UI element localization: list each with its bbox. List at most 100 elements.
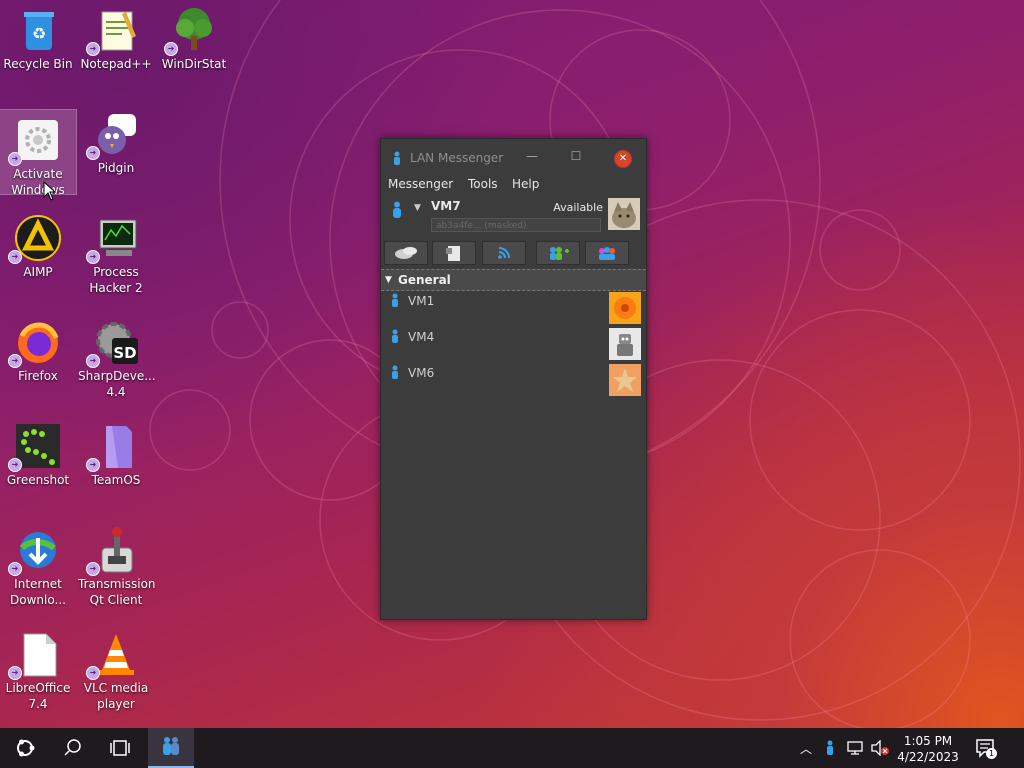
contact-name: VM1: [408, 294, 435, 308]
mouse-cursor-icon: [43, 181, 57, 201]
chat-icon: [395, 247, 417, 259]
ubuntu-logo-icon: [17, 739, 35, 757]
vlc-cone-icon: ➜: [86, 630, 140, 680]
network-icon[interactable]: [846, 740, 864, 756]
robot-avatar: [609, 328, 641, 360]
group-general[interactable]: ▼ General: [381, 269, 646, 291]
close-button[interactable]: ✕: [614, 150, 632, 168]
clock-time: 1:05 PM: [903, 734, 953, 748]
add-contact-icon: [550, 247, 569, 260]
lan-messenger-app-icon: [394, 151, 400, 165]
show-hidden-icons-chevron-icon[interactable]: ︿: [800, 740, 812, 757]
desktop-icon-greenshot[interactable]: ➜ Greenshot: [0, 416, 76, 488]
personal-note-field[interactable]: ab3a4fe... (masked): [431, 218, 601, 232]
search-button[interactable]: [48, 728, 96, 768]
shortcut-arrow-icon: ➜: [8, 152, 22, 166]
chat-button[interactable]: [384, 241, 428, 265]
clock[interactable]: 1:05 PM 4/22/2023: [893, 733, 963, 765]
user-info: ▼ VM7 Available ab3a4fe... (masked): [381, 197, 646, 235]
status-person-icon[interactable]: [390, 201, 404, 219]
shortcut-arrow-icon: ➜: [8, 458, 22, 472]
desktop-icon-firefox[interactable]: ➜ Firefox: [0, 312, 76, 384]
shortcut-arrow-icon: ➜: [8, 250, 22, 264]
volume-muted-icon[interactable]: [870, 740, 890, 756]
pidgin-bird-icon: ➜: [86, 110, 140, 160]
menu-tools[interactable]: Tools: [468, 177, 498, 191]
flower-avatar: [609, 292, 641, 324]
desktop-icon-activate-windows[interactable]: ➜ Activate Windows: [0, 109, 77, 197]
desktop-icon-transmission[interactable]: ➜ Transmission Qt Client: [78, 520, 156, 608]
contact-item[interactable]: VM6: [381, 363, 646, 399]
user-status[interactable]: Available: [553, 201, 603, 214]
start-button[interactable]: [0, 728, 48, 768]
task-view-icon: [110, 740, 130, 756]
status-dropdown-chevron-icon[interactable]: ▼: [414, 203, 421, 213]
recycle-bin-icon: ♻: [14, 6, 62, 54]
broadcast-button[interactable]: [482, 241, 526, 265]
online-person-icon: [392, 293, 398, 307]
shortcut-arrow-icon: ➜: [86, 250, 100, 264]
maximize-button[interactable]: ☐: [566, 149, 586, 167]
task-view-button[interactable]: [96, 728, 144, 768]
menu-messenger[interactable]: Messenger: [388, 177, 453, 191]
shortcut-arrow-icon: ➜: [86, 42, 100, 56]
desktop-icon-label: Firefox: [18, 369, 58, 383]
shortcut-arrow-icon: ➜: [86, 666, 100, 680]
desktop-icon-label: Process Hacker 2: [89, 265, 143, 295]
taskbar: ︿ 1:05 PM 4/22/2023 1: [0, 728, 1024, 768]
sharpdevelop-icon: SD ➜: [86, 318, 140, 368]
desktop-icon-internet-download-manager[interactable]: ➜ Internet Downlo...: [0, 520, 76, 608]
lan-messenger-tray-icon[interactable]: [824, 740, 836, 756]
desktop-icon-sharpdevelop[interactable]: SD ➜ SharpDeve... 4.4: [78, 312, 156, 400]
online-person-icon: [392, 365, 398, 379]
desktop-icon-label: Transmission Qt Client: [78, 577, 156, 607]
minimize-button[interactable]: —: [522, 149, 542, 167]
contact-item[interactable]: VM4: [381, 327, 646, 363]
process-hacker-icon: ➜: [86, 214, 140, 264]
notification-count-badge: 1: [986, 748, 997, 759]
desktop-icon-teamos[interactable]: ➜ TeamOS: [78, 416, 154, 488]
aimp-icon: ➜: [8, 214, 62, 264]
desktop-icon-label: Recycle Bin: [3, 57, 73, 71]
broadcast-icon: [498, 247, 510, 259]
desktop-icon-libreoffice[interactable]: ➜ LibreOffice 7.4: [0, 624, 76, 712]
add-contact-button[interactable]: [536, 241, 580, 265]
desktop-icon-recycle-bin[interactable]: ♻ Recycle Bin: [0, 0, 76, 72]
desktop-icon-notepadpp[interactable]: ➜ Notepad++: [78, 0, 154, 72]
shortcut-arrow-icon: ➜: [86, 354, 100, 368]
file-transfer-icon: [446, 246, 460, 261]
desktop-icon-label: Greenshot: [6, 473, 70, 487]
menu-help[interactable]: Help: [512, 177, 539, 191]
search-icon: [64, 739, 81, 756]
desktop-icon-label: TeamOS: [91, 473, 141, 487]
group-name: General: [398, 273, 451, 287]
shortcut-arrow-icon: ➜: [86, 562, 100, 576]
shortcut-arrow-icon: ➜: [86, 146, 100, 160]
notification-center-button[interactable]: 1: [972, 736, 998, 762]
desktop-icon-process-hacker[interactable]: ➜ Process Hacker 2: [78, 208, 154, 296]
contact-item[interactable]: VM1: [381, 291, 646, 327]
expand-arrow-icon: ▼: [385, 275, 392, 285]
lan-messenger-window: LAN Messenger — ☐ ✕ Messenger Tools Help…: [380, 138, 647, 620]
desktop-icon-vlc[interactable]: ➜ VLC media player: [78, 624, 154, 712]
shortcut-arrow-icon: ➜: [8, 562, 22, 576]
desktop-icon-label: Activate Windows: [11, 167, 65, 197]
user-avatar[interactable]: [608, 198, 640, 230]
taskbar-lan-messenger[interactable]: [148, 728, 194, 768]
shortcut-arrow-icon: ➜: [86, 458, 100, 472]
desktop-icon-label: SharpDeve... 4.4: [78, 369, 156, 399]
desktop-icon-windirstat[interactable]: ➜ WinDirStat: [156, 0, 232, 72]
desktop-icon-pidgin[interactable]: ➜ Pidgin: [78, 104, 154, 176]
desktop-icon-label: LibreOffice 7.4: [5, 681, 71, 711]
starfish-avatar: [609, 364, 641, 396]
menu-bar: Messenger Tools Help: [381, 177, 646, 195]
libreoffice-icon: ➜: [8, 630, 62, 680]
desktop-icon-label: Pidgin: [97, 161, 135, 175]
transmission-icon: ➜: [86, 526, 140, 576]
clock-date: 4/22/2023: [897, 750, 959, 764]
desktop-icon-aimp[interactable]: ➜ AIMP: [0, 208, 76, 280]
window-titlebar[interactable]: LAN Messenger — ☐ ✕: [381, 139, 646, 177]
group-icon: [599, 247, 615, 260]
file-transfer-button[interactable]: [432, 241, 476, 265]
group-button[interactable]: [585, 241, 629, 265]
